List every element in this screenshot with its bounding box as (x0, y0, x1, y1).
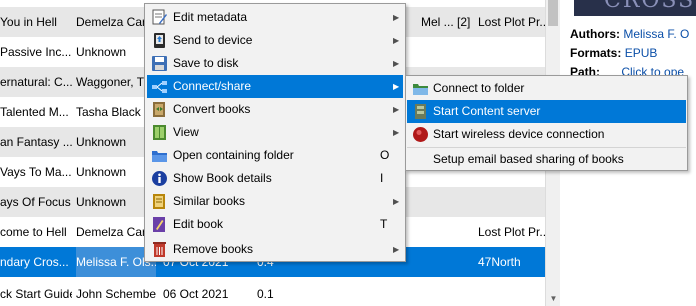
menu-item-label: Save to disk (173, 56, 239, 70)
book-title-cell: You in Hell (0, 15, 57, 29)
formats-label: Formats: (570, 46, 622, 60)
menu-item-remove-books[interactable]: Remove books ▶ (147, 238, 403, 261)
book-cover-image[interactable]: CROSS (574, 0, 696, 16)
book-title-cell: Passive Inc... (0, 45, 72, 59)
menu-item-label: Connect/share (173, 79, 252, 93)
menu-item-show-book-details[interactable]: Show Book details I (147, 167, 403, 190)
book-tags-cell: Mel ... [2] (421, 15, 471, 29)
menu-item-convert-books[interactable]: Convert books ▶ (147, 98, 403, 121)
menu-item-save-to-disk[interactable]: Save to disk ▶ (147, 52, 403, 75)
cover-title-text: CROSS (604, 0, 696, 13)
menu-item-label: Edit metadata (173, 10, 248, 24)
view-icon (151, 124, 168, 141)
submenu-item-start-content-server[interactable]: Start Content server (407, 100, 686, 123)
book-title-cell: ernatural: C... (0, 75, 72, 89)
book-title-cell: Talented M... (0, 105, 69, 119)
book-title-cell: Vays To Ma... (0, 165, 72, 179)
authors-row: Authors: Melissa F. O (570, 27, 689, 41)
save-to-disk-icon (151, 55, 168, 72)
book-title-cell: come to Hell (0, 225, 67, 239)
menu-item-label: Open containing folder (173, 148, 294, 162)
connect-folder-icon (412, 80, 429, 97)
connect-share-icon (151, 78, 168, 95)
menu-item-edit-metadata[interactable]: Edit metadata ▶ (147, 6, 403, 29)
menu-item-shortcut: T (380, 217, 388, 231)
connect-share-submenu: Connect to folder Start Content server S… (405, 75, 688, 171)
book-size-cell: 0.1 (257, 287, 274, 301)
submenu-arrow-icon: ▶ (393, 245, 400, 254)
menu-item-shortcut: O (380, 148, 390, 162)
menu-item-edit-book[interactable]: Edit book T (147, 213, 403, 236)
book-context-menu: Edit metadata ▶ Send to device ▶ Save to… (144, 3, 406, 262)
book-publisher-cell: Lost Plot Pr... (478, 15, 545, 29)
menu-item-label: View (173, 125, 199, 139)
menu-item-view[interactable]: View ▶ (147, 121, 403, 144)
submenu-arrow-icon: ▶ (393, 36, 400, 45)
formats-link[interactable]: EPUB (625, 46, 658, 60)
menu-item-label: Remove books (173, 242, 254, 256)
book-title-cell: ndary Cros... (0, 255, 69, 269)
submenu-arrow-icon: ▶ (393, 105, 400, 114)
edit-book-icon (151, 216, 168, 233)
submenu-arrow-icon: ▶ (393, 59, 400, 68)
submenu-arrow-icon: ▶ (393, 128, 400, 137)
similar-books-icon (151, 193, 168, 210)
send-to-device-icon (151, 32, 168, 49)
submenu-item-label: Setup email based sharing of books (433, 152, 624, 166)
wireless-device-icon (412, 126, 429, 143)
menu-item-send-to-device[interactable]: Send to device ▶ (147, 29, 403, 52)
scrollbar-thumb[interactable] (548, 0, 558, 26)
submenu-item-setup-email-sharing[interactable]: Setup email based sharing of books (407, 148, 686, 171)
book-title-cell: ays Of Focus (0, 195, 71, 209)
scroll-down-arrow-icon[interactable]: ▼ (546, 292, 561, 306)
menu-item-similar-books[interactable]: Similar books ▶ (147, 190, 403, 213)
menu-item-label: Convert books (173, 102, 251, 116)
edit-metadata-icon (151, 9, 168, 26)
formats-row: Formats: EPUB (570, 46, 657, 60)
book-publisher-cell: 47North (478, 255, 521, 269)
submenu-arrow-icon: ▶ (393, 13, 400, 22)
menu-item-shortcut: I (380, 171, 384, 185)
remove-books-icon (151, 241, 168, 258)
submenu-item-label: Connect to folder (433, 81, 525, 95)
book-title-cell: an Fantasy ... (0, 135, 72, 149)
book-date-cell: 06 Oct 2021 (163, 287, 229, 301)
submenu-item-start-wireless-device-connection[interactable]: Start wireless device connection (407, 123, 686, 146)
convert-books-icon (151, 101, 168, 118)
submenu-item-label: Start wireless device connection (433, 127, 605, 141)
authors-link[interactable]: Melissa F. O (623, 27, 689, 41)
menu-item-label: Show Book details (173, 171, 272, 185)
submenu-arrow-icon: ▶ (393, 82, 400, 91)
authors-label: Authors: (570, 27, 620, 41)
menu-item-open-containing-folder[interactable]: Open containing folder O (147, 144, 403, 167)
menu-item-connect-share[interactable]: Connect/share ▶ (147, 75, 403, 98)
menu-item-label: Similar books (173, 194, 246, 208)
book-author-cell: John Schember (76, 287, 156, 301)
submenu-item-label: Start Content server (433, 104, 541, 118)
book-publisher-cell: Lost Plot Pr... (478, 225, 545, 239)
submenu-item-connect-to-folder[interactable]: Connect to folder (407, 77, 686, 100)
content-server-icon (412, 103, 429, 120)
folder-icon (151, 147, 168, 164)
menu-item-label: Send to device (173, 33, 253, 47)
submenu-arrow-icon: ▶ (393, 197, 400, 206)
table-row[interactable]: ck Start Guide John Schember 06 Oct 2021… (0, 279, 545, 306)
info-icon (151, 170, 168, 187)
book-title-cell: ck Start Guide (0, 287, 72, 301)
menu-item-label: Edit book (173, 217, 224, 231)
